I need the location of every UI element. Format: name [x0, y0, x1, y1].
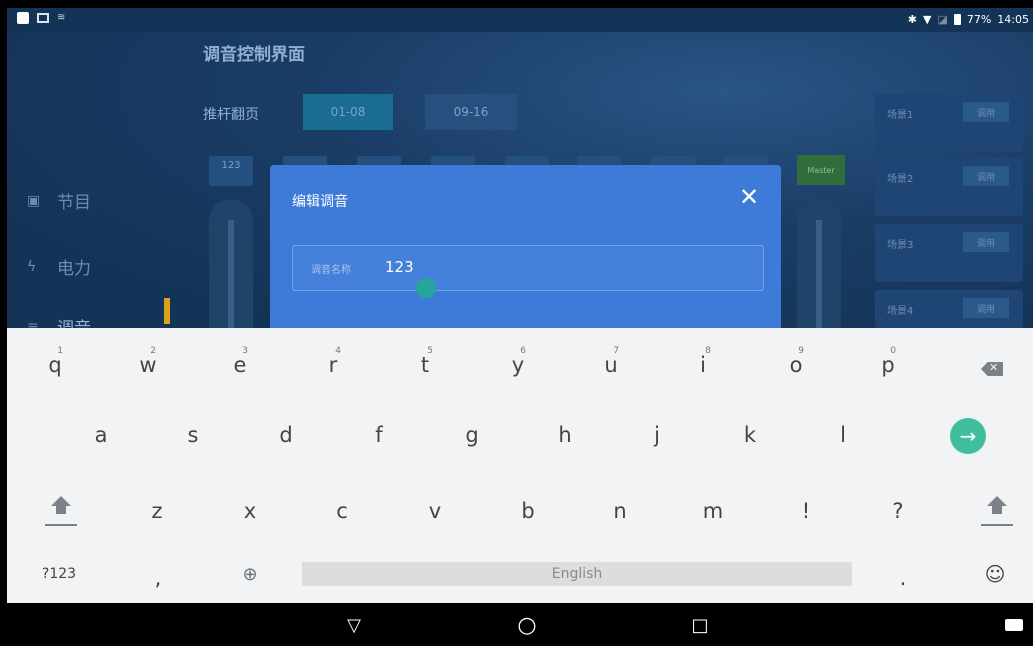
mixer-name-label: 调音名称	[311, 265, 351, 276]
close-icon[interactable]: ✕	[737, 185, 761, 209]
key-t[interactable]: t5	[395, 340, 455, 390]
enter-icon[interactable]: →	[950, 418, 986, 454]
key-exclamation[interactable]: !	[776, 486, 836, 536]
key-k[interactable]: k	[720, 410, 780, 460]
mixer-name-field[interactable]: 调音名称	[292, 245, 764, 291]
emoji-icon[interactable]: ☺	[965, 549, 1025, 599]
page-button-01-08[interactable]: 01-08	[303, 94, 393, 130]
shift-left-icon[interactable]	[41, 484, 81, 534]
home-icon[interactable]: ○	[514, 612, 540, 638]
key-o[interactable]: o9	[766, 340, 826, 390]
bluetooth-icon: ✱	[907, 13, 917, 26]
spacebar[interactable]: English	[302, 562, 852, 586]
scene-recall-button[interactable]: 调用	[963, 298, 1009, 318]
edit-mixer-dialog: 编辑调音 ✕ 调音名称	[270, 165, 781, 329]
key-b[interactable]: b	[498, 486, 558, 536]
master-button[interactable]: Master	[797, 155, 845, 185]
key-x[interactable]: x	[220, 486, 280, 536]
key-g[interactable]: g	[442, 410, 502, 460]
battery-icon	[953, 14, 961, 25]
backspace-icon[interactable]: ✕	[977, 354, 1007, 384]
key-j[interactable]: j	[627, 410, 687, 460]
clock: 14:05	[997, 13, 1029, 26]
key-l[interactable]: l	[813, 410, 873, 460]
cursor-handle-icon[interactable]	[416, 278, 436, 298]
program-icon: ▣	[27, 192, 41, 209]
key-y[interactable]: y6	[488, 340, 548, 390]
scene-card-3[interactable]: 场景3 调用	[875, 224, 1023, 282]
status-right: ✱ ▼ ◪ 77% 14:05	[908, 13, 1029, 26]
back-icon[interactable]: ▽	[341, 612, 367, 638]
channel-name-1[interactable]: 123	[209, 156, 253, 186]
key-m[interactable]: m	[683, 486, 743, 536]
scene-recall-button[interactable]: 调用	[963, 166, 1009, 186]
key-comma[interactable]: ,	[128, 553, 188, 603]
soft-keyboard: q1 w2 e3 r4 t5 y6 u7 i8 o9 p0 ✕ a s d f …	[7, 328, 1033, 603]
scene-recall-button[interactable]: 调用	[963, 232, 1009, 252]
status-left: ≋	[17, 12, 69, 24]
key-w[interactable]: w2	[118, 340, 178, 390]
key-e[interactable]: e3	[210, 340, 270, 390]
keyboard-icon[interactable]	[1005, 619, 1023, 631]
scene-card-2[interactable]: 场景2 调用	[875, 158, 1023, 216]
page-title: 调音控制界面	[203, 45, 305, 65]
key-question[interactable]: ?	[868, 486, 928, 536]
key-s[interactable]: s	[163, 410, 223, 460]
fader-page-label: 推杆翻页	[203, 107, 259, 123]
key-r[interactable]: r4	[303, 340, 363, 390]
key-u[interactable]: u7	[581, 340, 641, 390]
nav-item-power[interactable]: ϟ 电力	[27, 254, 91, 280]
recents-icon[interactable]: □	[687, 612, 713, 638]
scene-card-1[interactable]: 场景1 调用	[875, 94, 1023, 152]
level-meter	[164, 298, 170, 324]
wifi-icon: ▼	[922, 13, 932, 26]
key-i[interactable]: i8	[673, 340, 733, 390]
screenshot-icon	[37, 13, 49, 23]
system-nav-bar: ▽ ○ □	[7, 603, 1033, 646]
shift-right-icon[interactable]	[977, 484, 1017, 534]
key-f[interactable]: f	[349, 410, 409, 460]
key-n[interactable]: n	[590, 486, 650, 536]
battery-percent: 77%	[966, 13, 992, 26]
key-h[interactable]: h	[535, 410, 595, 460]
dialog-title: 编辑调音	[292, 194, 348, 210]
notification-icon	[17, 12, 29, 24]
mixer-name-input[interactable]	[385, 255, 745, 279]
screen: ≋ ✱ ▼ ◪ 77% 14:05 调音控制界面 推杆翻页 01-08 09-1…	[7, 8, 1033, 646]
power-icon: ϟ	[27, 258, 37, 275]
status-bar: ≋ ✱ ▼ ◪ 77% 14:05	[7, 8, 1033, 32]
scene-recall-button[interactable]: 调用	[963, 102, 1009, 122]
key-v[interactable]: v	[405, 486, 465, 536]
key-p[interactable]: p0	[858, 340, 918, 390]
globe-icon[interactable]: ⊕	[220, 549, 280, 599]
key-z[interactable]: z	[127, 486, 187, 536]
key-a[interactable]: a	[71, 410, 131, 460]
key-c[interactable]: c	[312, 486, 372, 536]
scene-card-4[interactable]: 场景4 调用	[875, 290, 1023, 328]
symbols-key[interactable]: ?123	[27, 549, 91, 599]
key-q[interactable]: q1	[25, 340, 85, 390]
page-button-09-16[interactable]: 09-16	[425, 94, 517, 130]
hotspot-icon: ≋	[57, 12, 66, 23]
key-period[interactable]: .	[873, 553, 933, 603]
nav-item-program[interactable]: ▣ 节目	[27, 188, 91, 214]
signal-icon: ◪	[937, 13, 948, 26]
key-d[interactable]: d	[256, 410, 316, 460]
